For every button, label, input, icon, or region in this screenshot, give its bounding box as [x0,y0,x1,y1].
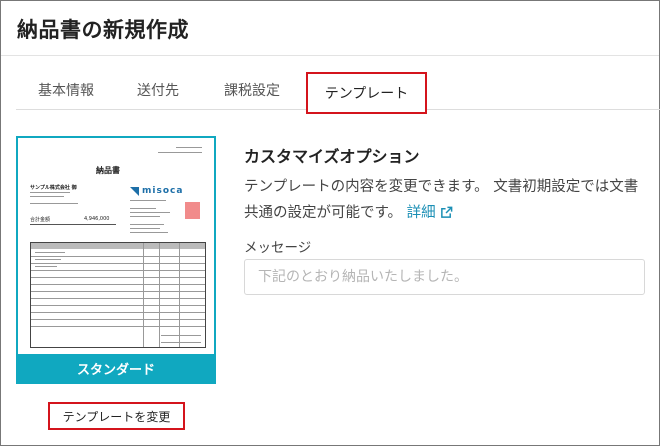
change-template-button[interactable]: テンプレートを変更 [48,402,185,430]
thumbnail-amount-label: 合計金額 [30,217,51,223]
tab-recipient[interactable]: 送付先 [137,80,179,100]
detail-link[interactable]: 詳細 [407,205,453,221]
template-thumbnail: 納品書 サンプル株式会社 御 misoca 合計金額 4,946,000 [18,138,214,354]
message-label: メッセージ [244,240,312,256]
thumbnail-items-table [30,242,206,348]
tab-basic-info[interactable]: 基本情報 [38,80,94,100]
thumbnail-brand: misoca [142,186,184,196]
change-template-label: テンプレートを変更 [62,409,171,424]
thumbnail-customer: サンプル株式会社 御 [30,185,77,191]
template-preview-card[interactable]: 納品書 サンプル株式会社 御 misoca 合計金額 4,946,000 スタン… [16,136,216,384]
template-name: スタンダード [18,354,214,382]
detail-link-label: 詳細 [406,205,436,221]
header-divider [1,55,659,56]
message-input[interactable] [244,259,645,295]
tab-template[interactable]: テンプレート [306,72,427,114]
thumbnail-amount: 4,946,000 [84,216,110,222]
tab-template-label: テンプレート [324,86,409,102]
tab-bar: 基本情報 送付先 課税設定 テンプレート [0,72,660,114]
page-title: 納品書の新規作成 [17,18,189,42]
seal-stamp-icon [185,202,200,219]
brand-logo-icon [130,187,139,196]
tab-tax-settings[interactable]: 課税設定 [224,80,280,100]
customize-description: テンプレートの内容を変更できます。 文書初期設定では文書共通の設定が可能です。 … [244,174,644,226]
customize-options-title: カスタマイズオプション [244,147,420,166]
external-link-icon [440,206,453,218]
thumbnail-doc-title: 納品書 [96,166,120,175]
